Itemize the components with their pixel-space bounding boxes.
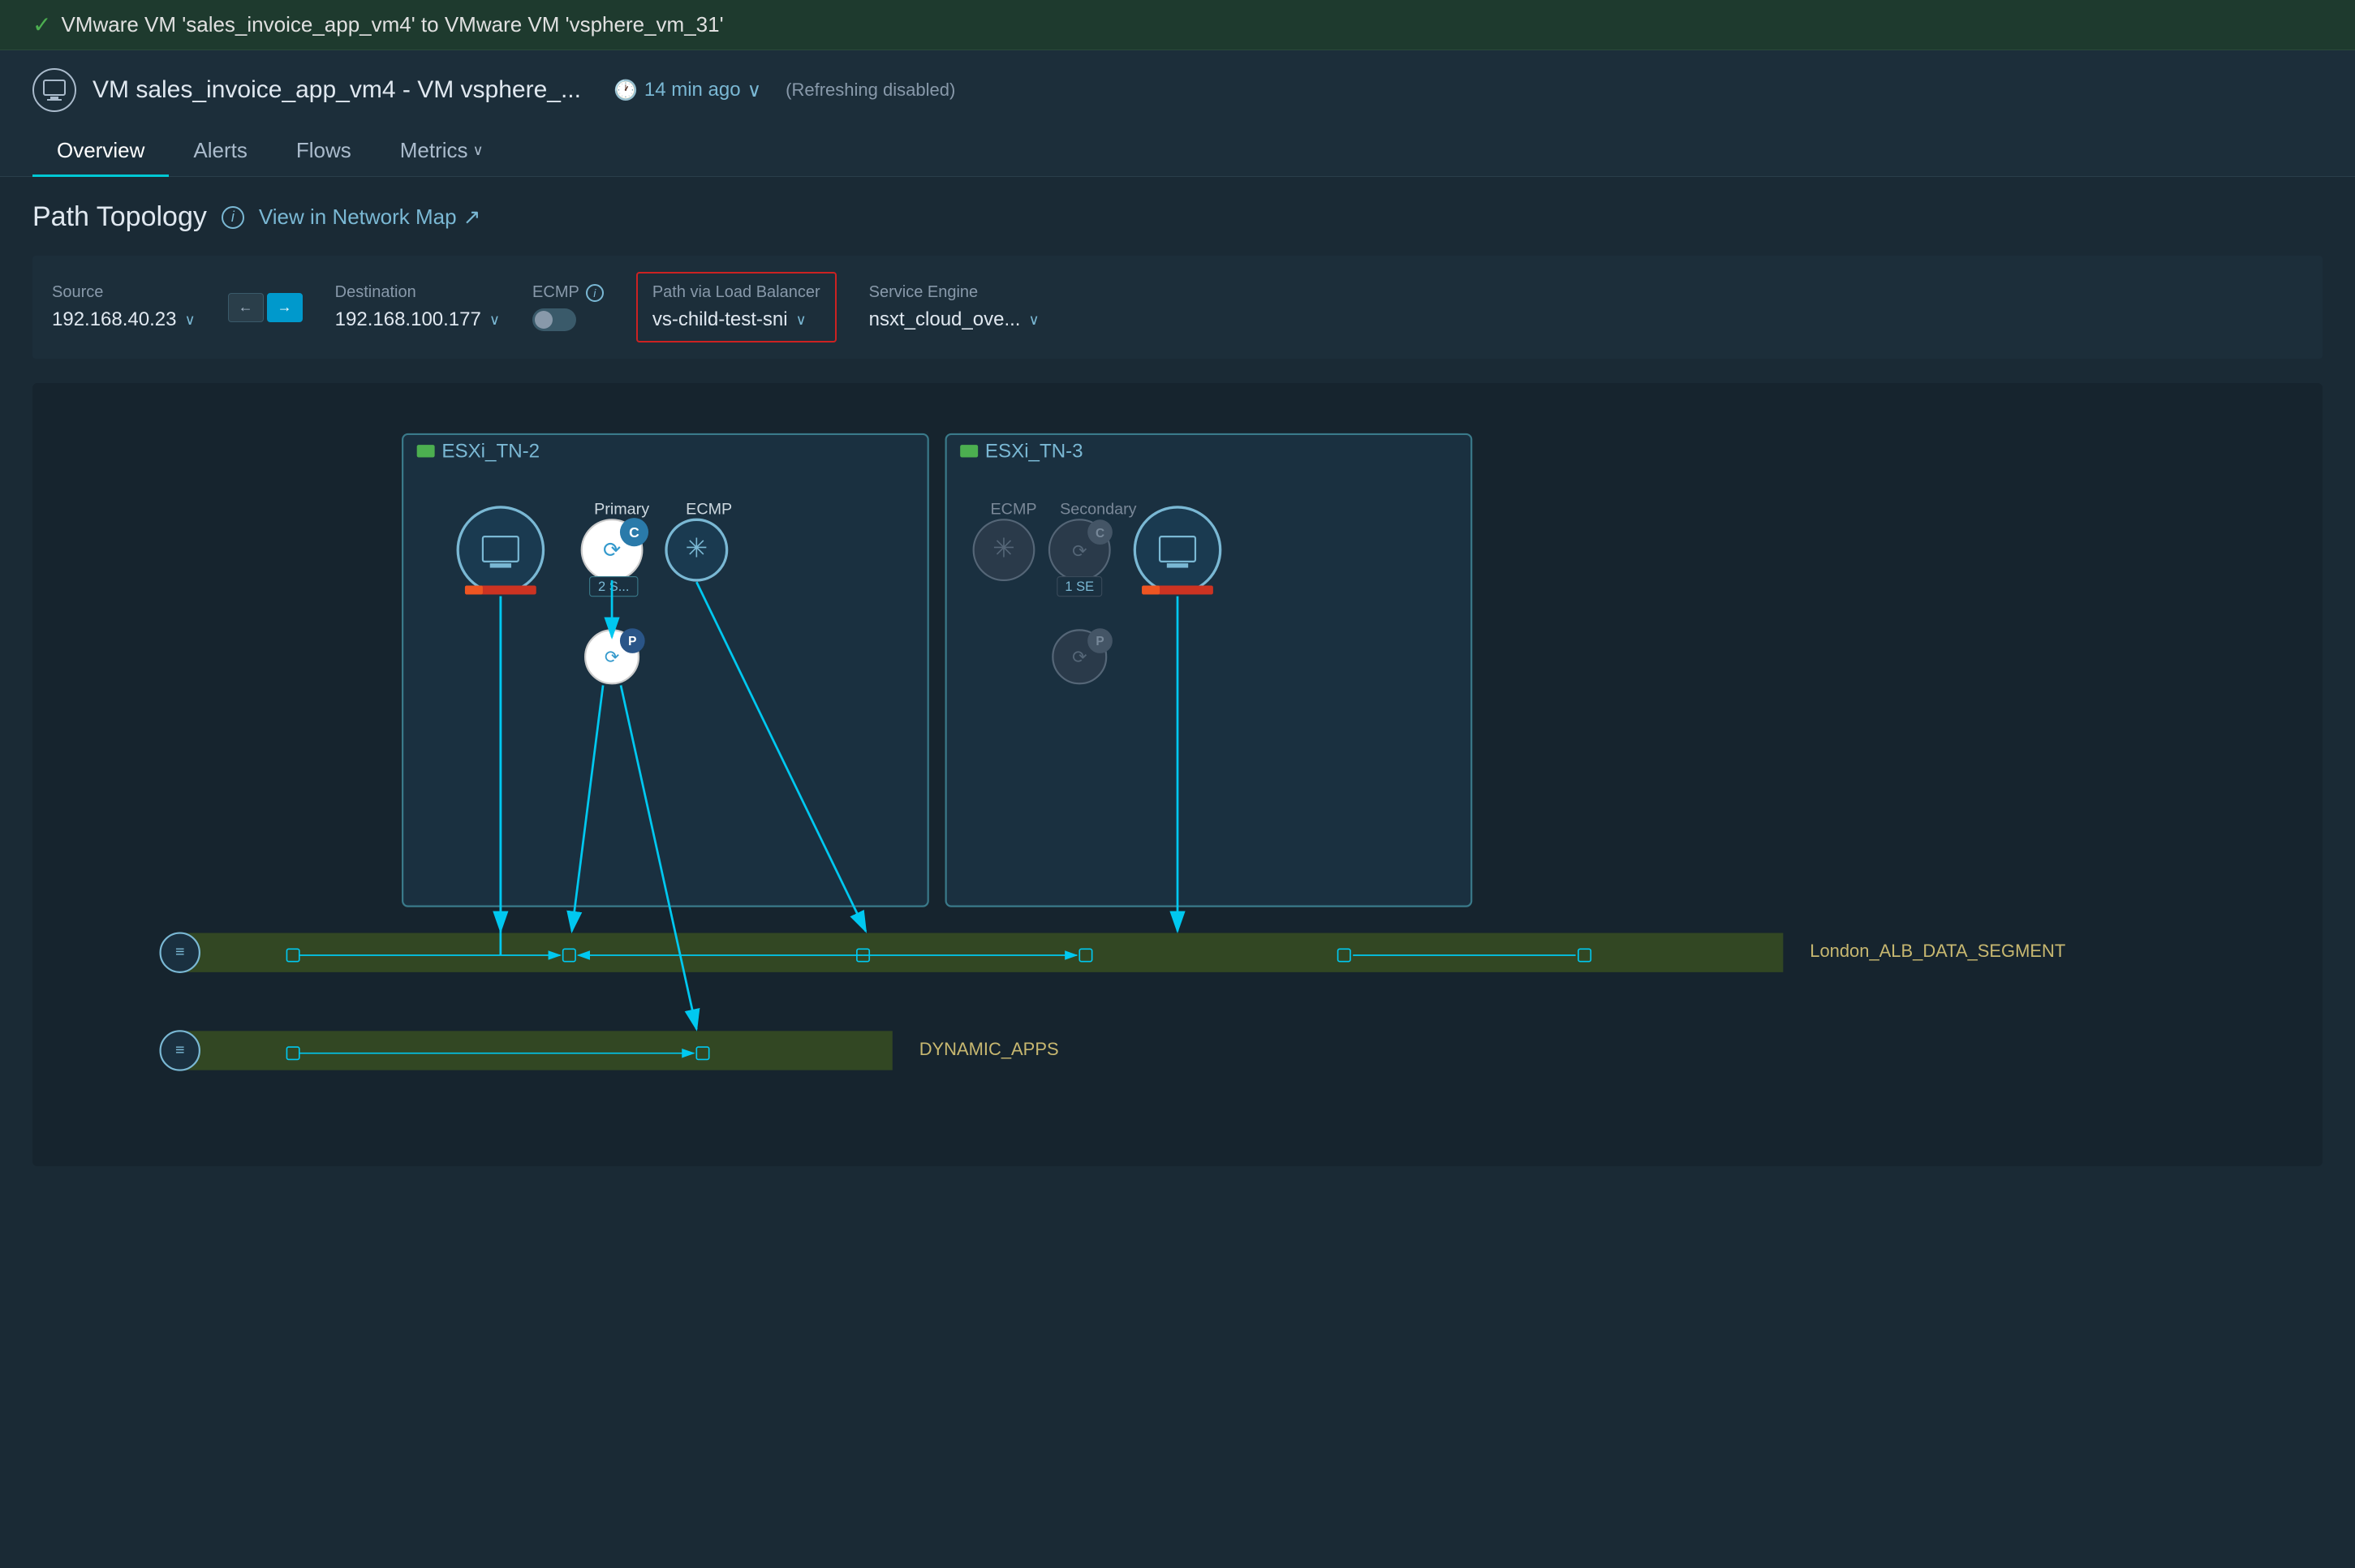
service-engine-value-container[interactable]: nsxt_cloud_ove... ∨ [869,308,1040,331]
main-content: Path Topology i View in Network Map ↗ So… [0,177,2355,1191]
header-title: VM sales_invoice_app_vm4 - VM vsphere_..… [93,76,581,104]
svg-text:⟳: ⟳ [1072,541,1087,561]
header-time[interactable]: 🕐 14 min ago ∨ [614,79,761,102]
lb-value: vs-child-test-sni [652,308,788,331]
secondary-label: Secondary [1060,501,1137,519]
section-header: Path Topology i View in Network Map ↗ [32,201,2323,233]
segment2-label: DYNAMIC_APPS [919,1039,1059,1059]
check-icon: ✓ [32,11,51,38]
time-ago: 14 min ago [644,79,741,101]
clock-icon: 🕐 [614,79,638,102]
source-group: Source 192.168.40.23 ∨ [52,283,196,331]
direction-left-button[interactable]: ← [228,293,264,322]
svg-text:P: P [1096,635,1104,648]
external-link-icon: ↗ [463,205,481,230]
svg-text:✳: ✳ [992,532,1015,562]
ecmp-label-esxi2: ECMP [686,501,732,519]
topology-canvas: ESXi_TN-2 ESXi_TN-3 ≡ London_ALB_DATA_SE… [32,383,2323,1166]
info-icon[interactable]: i [222,206,244,229]
esxi-tn2-label: ESXi_TN-2 [441,440,540,462]
lb-label: Path via Load Balancer [652,283,820,302]
svg-text:C: C [1096,527,1104,541]
svg-text:2 S...: 2 S... [598,579,629,594]
source-value-container[interactable]: 192.168.40.23 ∨ [52,308,196,331]
destination-dropdown-arrow[interactable]: ∨ [489,312,500,329]
destination-label: Destination [335,283,500,302]
page-title: Path Topology [32,201,207,233]
toggle-thumb [535,311,553,329]
tab-flows[interactable]: Flows [272,127,376,177]
svg-text:1 SE: 1 SE [1065,579,1094,594]
destination-value-container[interactable]: 192.168.100.177 ∨ [335,308,500,331]
destination-ip: 192.168.100.177 [335,308,481,331]
status-bar: ✓ VMware VM 'sales_invoice_app_vm4' to V… [0,0,2355,50]
refreshing-status: (Refreshing disabled) [786,80,955,101]
esxi-tn2-icon [417,445,435,457]
svg-text:⟳: ⟳ [1072,647,1087,667]
svg-text:C: C [629,524,639,541]
esxi-tn3-label: ESXi_TN-3 [985,440,1083,462]
segment1-bg [180,933,1784,972]
primary-label: Primary [594,501,649,519]
source-label: Source [52,283,196,302]
service-engine-dropdown-arrow[interactable]: ∨ [1028,312,1039,329]
direction-right-button[interactable]: → [267,293,303,322]
svg-text:≡: ≡ [175,1041,185,1059]
ecmp-label: ECMP [532,283,579,302]
destination-group: Destination 192.168.100.177 ∨ [335,283,500,331]
svg-text:P: P [628,635,636,648]
direction-buttons: ← → [228,293,303,322]
svg-text:✳: ✳ [686,532,708,562]
topology-diagram: ESXi_TN-2 ESXi_TN-3 ≡ London_ALB_DATA_SE… [57,407,2298,1138]
header-top: VM sales_invoice_app_vm4 - VM vsphere_..… [32,68,2323,112]
controls-bar: Source 192.168.40.23 ∨ ← → Destination 1… [32,256,2323,359]
tab-overview[interactable]: Overview [32,127,169,177]
chevron-down-icon: ∨ [473,142,484,159]
chevron-down-icon: ∨ [747,79,762,102]
vm-icon [32,68,76,112]
tab-alerts[interactable]: Alerts [169,127,271,177]
lb-dropdown-arrow[interactable]: ∨ [796,312,807,329]
path-via-lb-group: Path via Load Balancer vs-child-test-sni… [636,272,837,342]
vm-node-esxi3[interactable] [1134,507,1220,592]
header-bar: VM sales_invoice_app_vm4 - VM vsphere_..… [0,50,2355,177]
service-engine-label: Service Engine [869,283,1040,302]
source-dropdown-arrow[interactable]: ∨ [184,312,195,329]
vm-node-esxi2[interactable] [458,507,543,592]
view-network-map-link[interactable]: View in Network Map ↗ [259,205,481,230]
svg-text:⟳: ⟳ [603,537,621,562]
tab-metrics[interactable]: Metrics ∨ [376,127,508,177]
status-text: VMware VM 'sales_invoice_app_vm4' to VMw… [61,12,723,37]
ecmp-group: ECMP i [532,283,604,331]
ecmp-info-icon[interactable]: i [586,284,604,302]
ecmp-label-esxi3: ECMP [991,501,1037,519]
service-engine-value: nsxt_cloud_ove... [869,308,1021,331]
svg-text:⟳: ⟳ [605,647,619,667]
esxi-tn3-icon [960,445,978,457]
ecmp-toggle-container [532,308,604,331]
segment1-label: London_ALB_DATA_SEGMENT [1810,941,2065,961]
svg-text:≡: ≡ [175,943,185,961]
nav-tabs: Overview Alerts Flows Metrics ∨ [32,127,2323,176]
lb-control-group: Path via Load Balancer vs-child-test-sni… [652,283,820,331]
esxi-tn2-box [403,434,928,907]
source-ip: 192.168.40.23 [52,308,176,331]
service-engine-group: Service Engine nsxt_cloud_ove... ∨ [869,283,1040,331]
lb-value-container[interactable]: vs-child-test-sni ∨ [652,308,820,331]
ecmp-toggle[interactable] [532,308,576,331]
